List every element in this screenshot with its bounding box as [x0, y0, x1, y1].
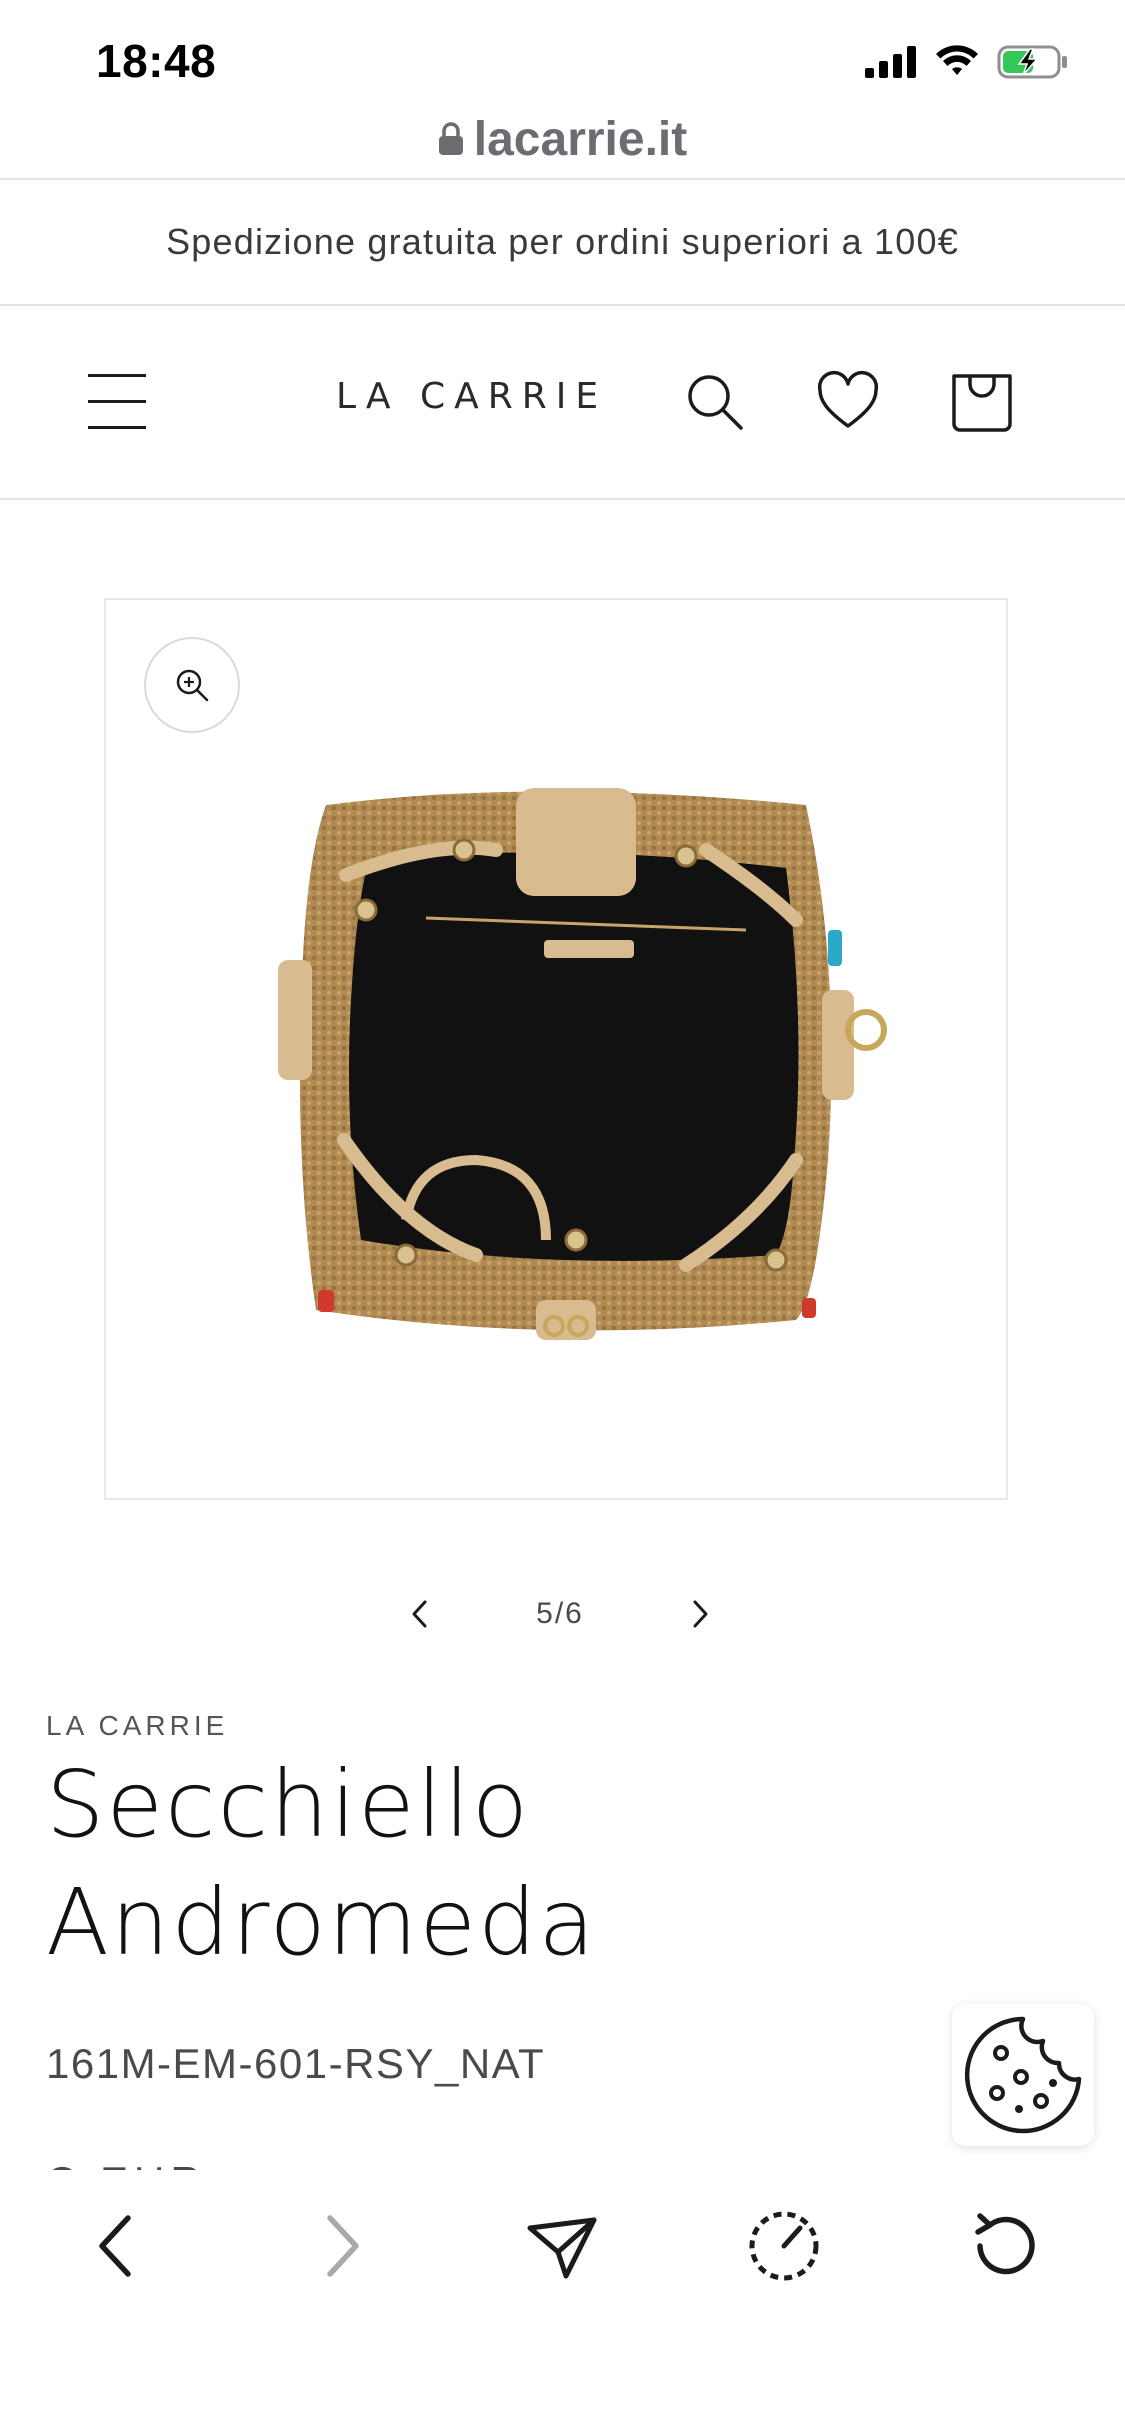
announcement-bar: Spedizione gratuita per ordini superiori… [166, 221, 959, 262]
site-header: LA CARRIE [0, 306, 1125, 500]
search-icon[interactable] [683, 370, 747, 434]
reload-icon[interactable] [966, 2206, 1046, 2286]
url-text: lacarrie.it [473, 112, 688, 166]
back-icon[interactable] [78, 2206, 158, 2286]
product-image[interactable] [104, 598, 1008, 1500]
speed-icon[interactable] [744, 2206, 824, 2286]
share-icon[interactable] [522, 2206, 602, 2286]
status-icons [865, 38, 1069, 86]
gallery-pager: 5/6 [400, 1582, 720, 1646]
zoom-button[interactable] [144, 637, 240, 733]
zoom-in-icon [176, 669, 209, 702]
bucket-bag-image [278, 788, 887, 1340]
bag-icon[interactable] [950, 370, 1014, 434]
site-logo[interactable]: LA CARRIE [336, 376, 607, 417]
gallery-counter: 5/6 [536, 1597, 584, 1630]
signal-icon [865, 46, 916, 78]
menu-icon[interactable] [88, 374, 150, 430]
divider [0, 498, 1125, 500]
address-bar[interactable]: lacarrie.it [0, 100, 1125, 178]
product-vendor: LA CARRIE [46, 1710, 229, 1741]
chevron-left-icon[interactable] [400, 1594, 440, 1634]
cookie-icon [964, 2016, 1082, 2134]
wifi-icon [936, 45, 978, 75]
cookie-settings-button[interactable] [952, 2004, 1094, 2146]
forward-icon[interactable] [300, 2206, 380, 2286]
status-time: 18:48 [96, 35, 217, 87]
chevron-right-icon[interactable] [680, 1594, 720, 1634]
product-title: Secchiello Andromeda [46, 1751, 597, 1976]
lock-icon [438, 122, 463, 155]
browser-toolbar [0, 2170, 1125, 2436]
heart-icon[interactable] [816, 370, 880, 434]
product-sku: 161M-EM-601-RSY_NAT [46, 2040, 546, 2087]
battery-icon [997, 45, 1067, 79]
